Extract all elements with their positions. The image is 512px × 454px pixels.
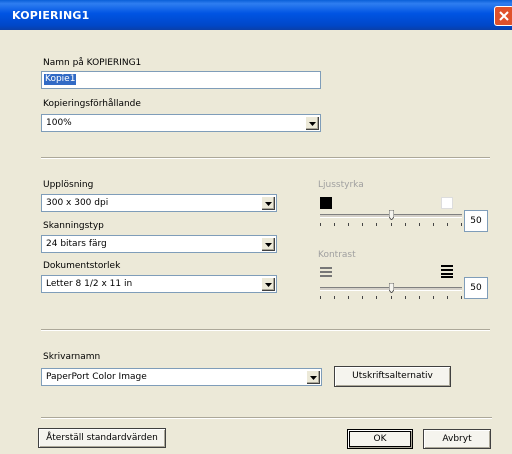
ratio-select[interactable]: 100% xyxy=(41,114,321,132)
ratio-select-value: 100% xyxy=(46,118,72,128)
slider-tick xyxy=(391,296,392,299)
dark-swatch-icon xyxy=(320,197,332,209)
slider-tick xyxy=(376,223,377,226)
chevron-down-icon xyxy=(265,283,272,287)
scan-type-dropdown-button[interactable] xyxy=(261,237,275,251)
brightness-value[interactable]: 50 xyxy=(464,210,488,232)
print-options-button[interactable]: Utskriftsalternativ xyxy=(334,366,451,387)
slider-tick xyxy=(362,296,363,299)
contrast-value[interactable]: 50 xyxy=(464,277,488,299)
name-input-value: Kopie1 xyxy=(44,74,77,85)
close-icon xyxy=(499,11,509,21)
scan-type-select[interactable]: 24 bitars färg xyxy=(41,235,277,253)
high-contrast-icon xyxy=(441,265,453,278)
ok-button[interactable]: OK xyxy=(347,429,413,449)
brightness-slider-thumb[interactable] xyxy=(389,210,394,220)
doc-size-select-value: Letter 8 1/2 x 11 in xyxy=(46,279,133,289)
brightness-label: Ljusstyrka xyxy=(318,180,364,190)
ratio-label: Kopieringsförhållande xyxy=(43,99,141,109)
print-options-button-label: Utskriftsalternativ xyxy=(352,371,433,381)
name-input[interactable]: Kopie1 xyxy=(41,71,321,89)
close-button[interactable] xyxy=(494,6,512,26)
slider-tick xyxy=(391,223,392,226)
chevron-down-icon xyxy=(309,122,316,126)
slider-tick xyxy=(320,223,321,226)
resolution-label: Upplösning xyxy=(43,180,94,190)
contrast-label: Kontrast xyxy=(318,250,356,260)
slider-tick xyxy=(447,223,448,226)
reset-defaults-button-label: Återställ standardvärden xyxy=(46,433,158,443)
contrast-ticks xyxy=(320,296,462,299)
doc-size-dropdown-button[interactable] xyxy=(261,277,275,291)
ok-button-label: OK xyxy=(373,434,387,444)
window-title: KOPIERING1 xyxy=(12,9,90,22)
slider-tick xyxy=(433,296,434,299)
slider-tick xyxy=(334,223,335,226)
slider-tick xyxy=(334,296,335,299)
contrast-slider[interactable] xyxy=(320,283,462,303)
slider-tick xyxy=(348,296,349,299)
slider-tick xyxy=(461,296,462,299)
doc-size-label: Dokumentstorlek xyxy=(43,261,121,271)
cancel-button-label: Avbryt xyxy=(442,434,472,444)
slider-tick xyxy=(419,296,420,299)
cancel-button[interactable]: Avbryt xyxy=(423,429,491,449)
scan-type-select-value: 24 bitars färg xyxy=(46,239,107,249)
chevron-down-icon xyxy=(265,243,272,247)
slider-tick xyxy=(376,296,377,299)
printer-label: Skrivarnamn xyxy=(43,352,101,362)
slider-tick xyxy=(362,223,363,226)
brightness-slider[interactable] xyxy=(320,210,462,230)
low-contrast-icon xyxy=(320,267,332,277)
slider-tick xyxy=(447,296,448,299)
dialog-window: KOPIERING1 Namn på KOPIERING1 Kopie1 Kop… xyxy=(0,0,512,454)
printer-select[interactable]: PaperPort Color Image xyxy=(41,368,322,386)
slider-tick xyxy=(461,223,462,226)
chevron-down-icon xyxy=(310,376,317,380)
separator-top xyxy=(41,157,490,159)
chevron-down-icon xyxy=(265,202,272,206)
light-swatch-icon xyxy=(441,197,453,209)
resolution-dropdown-button[interactable] xyxy=(261,196,275,210)
slider-tick xyxy=(405,296,406,299)
slider-tick xyxy=(320,296,321,299)
title-bar[interactable]: KOPIERING1 xyxy=(0,0,512,30)
slider-tick xyxy=(405,223,406,226)
contrast-slider-thumb[interactable] xyxy=(389,283,394,293)
name-label: Namn på KOPIERING1 xyxy=(43,58,142,68)
doc-size-select[interactable]: Letter 8 1/2 x 11 in xyxy=(41,275,277,293)
reset-defaults-button[interactable]: Återställ standardvärden xyxy=(38,428,166,448)
scan-type-label: Skanningstyp xyxy=(43,221,104,231)
slider-tick xyxy=(348,223,349,226)
ratio-dropdown-button[interactable] xyxy=(305,116,319,130)
separator-middle xyxy=(41,329,490,331)
resolution-select-value: 300 x 300 dpi xyxy=(46,198,109,208)
printer-dropdown-button[interactable] xyxy=(306,370,320,384)
printer-select-value: PaperPort Color Image xyxy=(46,372,147,382)
slider-tick xyxy=(433,223,434,226)
slider-tick xyxy=(419,223,420,226)
separator-bottom xyxy=(41,417,492,419)
resolution-select[interactable]: 300 x 300 dpi xyxy=(41,194,277,212)
brightness-ticks xyxy=(320,223,462,226)
